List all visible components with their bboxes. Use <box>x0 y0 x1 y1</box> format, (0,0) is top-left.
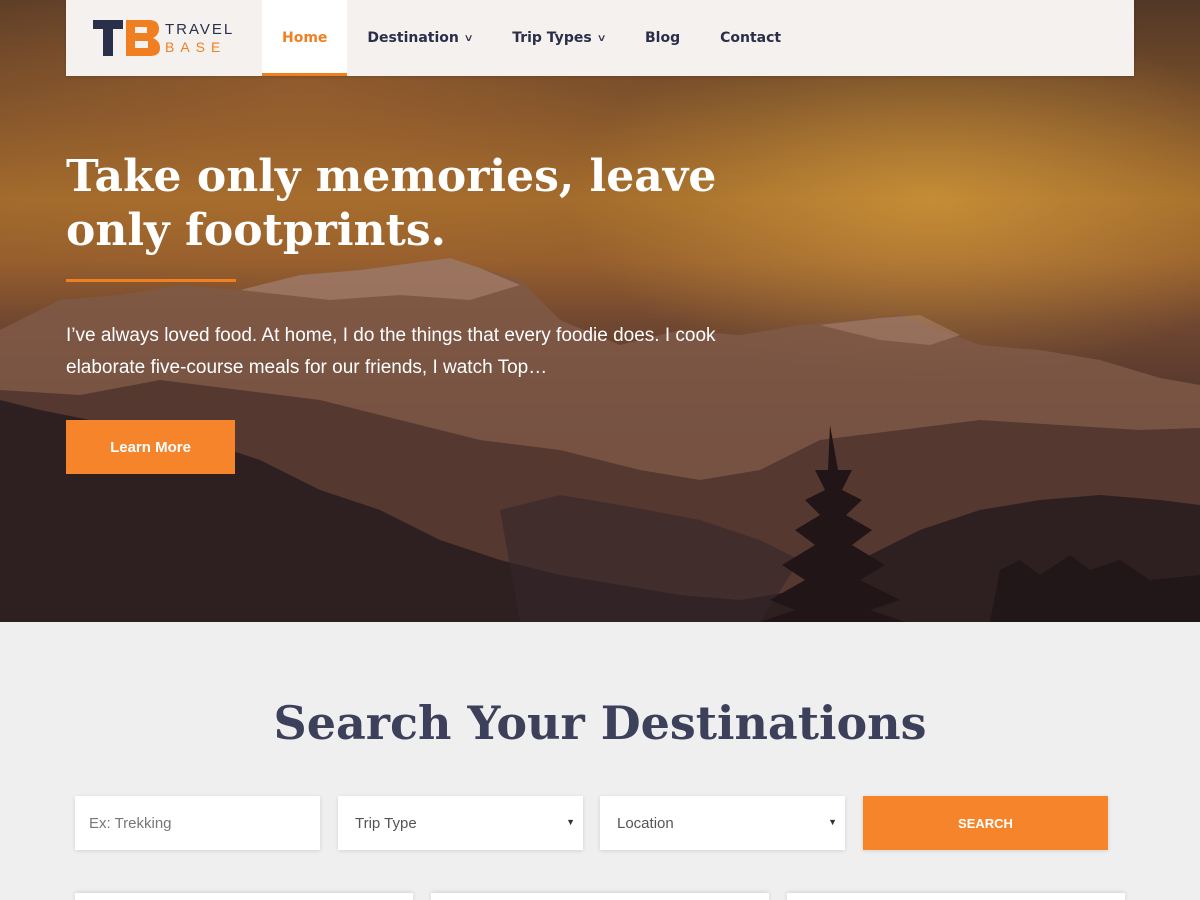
dropdown-caret-icon: ▼ <box>828 817 837 827</box>
mountain-landscape-image <box>0 0 1200 622</box>
destination-card[interactable] <box>75 893 413 900</box>
hero-banner: TRAVEL BASE Home Destination ∨ Trip Type… <box>0 0 1200 622</box>
destination-card[interactable] <box>787 893 1125 900</box>
dropdown-caret-icon: ▼ <box>566 817 575 827</box>
nav-item-label: Blog <box>645 30 681 46</box>
main-navbar: TRAVEL BASE Home Destination ∨ Trip Type… <box>66 0 1134 76</box>
logo-line-1: TRAVEL <box>165 21 235 38</box>
nav-item-home[interactable]: Home <box>262 0 348 76</box>
nav-item-destination[interactable]: Destination ∨ <box>347 0 492 76</box>
nav-item-contact[interactable]: Contact <box>700 0 801 76</box>
trip-type-selected-value: Trip Type <box>355 814 417 832</box>
chevron-down-icon: ∨ <box>596 32 607 44</box>
location-selected-value: Location <box>617 814 674 832</box>
search-button[interactable]: SEARCH <box>863 796 1108 850</box>
logo-line-2: BASE <box>165 39 227 55</box>
destination-card[interactable] <box>431 893 769 900</box>
search-section-title: Search Your Destinations <box>273 696 927 750</box>
keyword-search-input[interactable]: Ex: Trekking <box>75 796 320 850</box>
trip-type-select[interactable]: Trip Type ▼ <box>338 796 583 850</box>
hero-title: Take only memories, leave only footprint… <box>66 151 717 256</box>
nav-item-label: Contact <box>720 30 782 46</box>
learn-more-button[interactable]: Learn More <box>66 420 235 474</box>
nav-item-label: Home <box>282 30 328 46</box>
hero-title-divider <box>66 279 236 282</box>
search-section: Search Your Destinations Ex: Trekking Tr… <box>0 622 1200 900</box>
chevron-down-icon: ∨ <box>463 32 474 44</box>
travel-base-logo-mark <box>93 20 160 56</box>
nav-item-label: Trip Types <box>512 30 592 46</box>
hero-description: I’ve always loved food. At home, I do th… <box>66 325 716 378</box>
nav-item-blog[interactable]: Blog <box>625 0 700 76</box>
primary-menu: Home Destination ∨ Trip Types ∨ Blog Con… <box>262 0 801 76</box>
keyword-input-placeholder: Ex: Trekking <box>89 814 172 832</box>
location-select[interactable]: Location ▼ <box>600 796 845 850</box>
nav-item-label: Destination <box>367 30 459 46</box>
logo-wordmark: TRAVEL BASE <box>165 22 234 54</box>
site-logo[interactable]: TRAVEL BASE <box>66 0 262 76</box>
nav-item-trip-types[interactable]: Trip Types ∨ <box>492 0 625 76</box>
